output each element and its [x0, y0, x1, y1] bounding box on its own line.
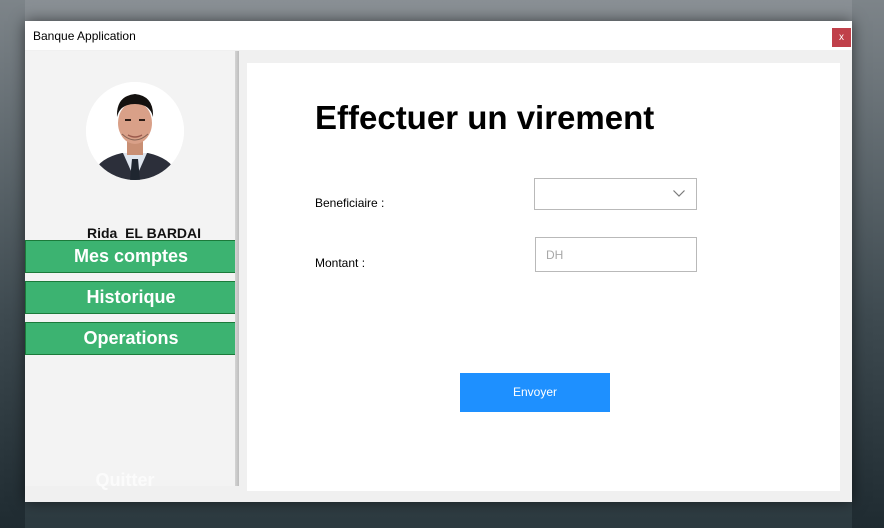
nav-button-operations[interactable]: Operations [25, 322, 237, 355]
envoyer-button[interactable]: Envoyer [460, 373, 610, 412]
nav-button-mes-comptes[interactable]: Mes comptes [25, 240, 237, 273]
beneficiaire-select[interactable] [534, 178, 697, 210]
transfer-panel: Effectuer un virement Beneficiaire : Mon… [247, 63, 840, 491]
desktop-background-right [852, 0, 884, 528]
app-window: Banque Application x Rida EL BARDAI Mes … [25, 21, 852, 502]
chevron-down-icon [673, 190, 685, 197]
montant-input[interactable] [535, 237, 697, 272]
montant-label: Montant : [315, 256, 366, 270]
close-button[interactable]: x [832, 28, 851, 47]
sidebar: Rida EL BARDAI Mes comptes Historique Op… [25, 51, 237, 490]
beneficiaire-label: Beneficiaire : [315, 196, 385, 210]
avatar [86, 82, 184, 180]
user-name: Rida EL BARDAI [86, 225, 202, 241]
sidebar-divider [235, 51, 239, 486]
title-bar: Banque Application x [25, 21, 852, 50]
quit-button[interactable]: Quitter [25, 470, 225, 491]
nav-button-historique[interactable]: Historique [25, 281, 237, 314]
page-title: Effectuer un virement [315, 99, 655, 136]
window-title: Banque Application [33, 29, 136, 43]
desktop-background-left [0, 0, 25, 528]
user-photo [86, 82, 184, 180]
